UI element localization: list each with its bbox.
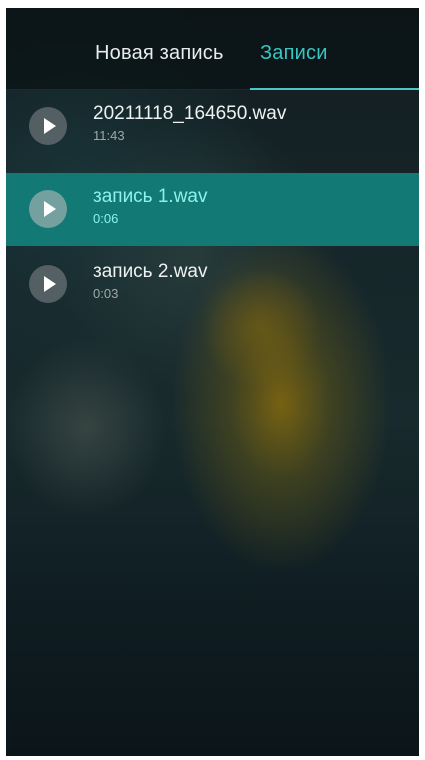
tab-bar: Новая запись Записи: [6, 8, 419, 90]
recording-name: запись 2.wav: [93, 261, 208, 282]
recording-item[interactable]: запись 2.wav 0:03: [6, 248, 419, 321]
recording-item-selected[interactable]: запись 1.wav 0:06: [6, 173, 419, 246]
play-button[interactable]: [29, 190, 67, 228]
recording-name: 20211118_164650.wav: [93, 103, 287, 124]
recording-item[interactable]: 20211118_164650.wav 11:43: [6, 90, 419, 163]
tab-recordings[interactable]: Записи: [260, 41, 328, 65]
recording-name: запись 1.wav: [93, 186, 208, 207]
recording-duration: 0:03: [93, 286, 119, 301]
play-icon: [44, 201, 56, 217]
play-button[interactable]: [29, 107, 67, 145]
play-icon: [44, 118, 56, 134]
play-button[interactable]: [29, 265, 67, 303]
play-icon: [44, 276, 56, 292]
recording-duration: 0:06: [93, 211, 119, 226]
recorder-screen: Новая запись Записи 20211118_164650.wav …: [6, 8, 419, 756]
tab-new-recording[interactable]: Новая запись: [95, 41, 224, 65]
recording-duration: 11:43: [93, 128, 125, 143]
